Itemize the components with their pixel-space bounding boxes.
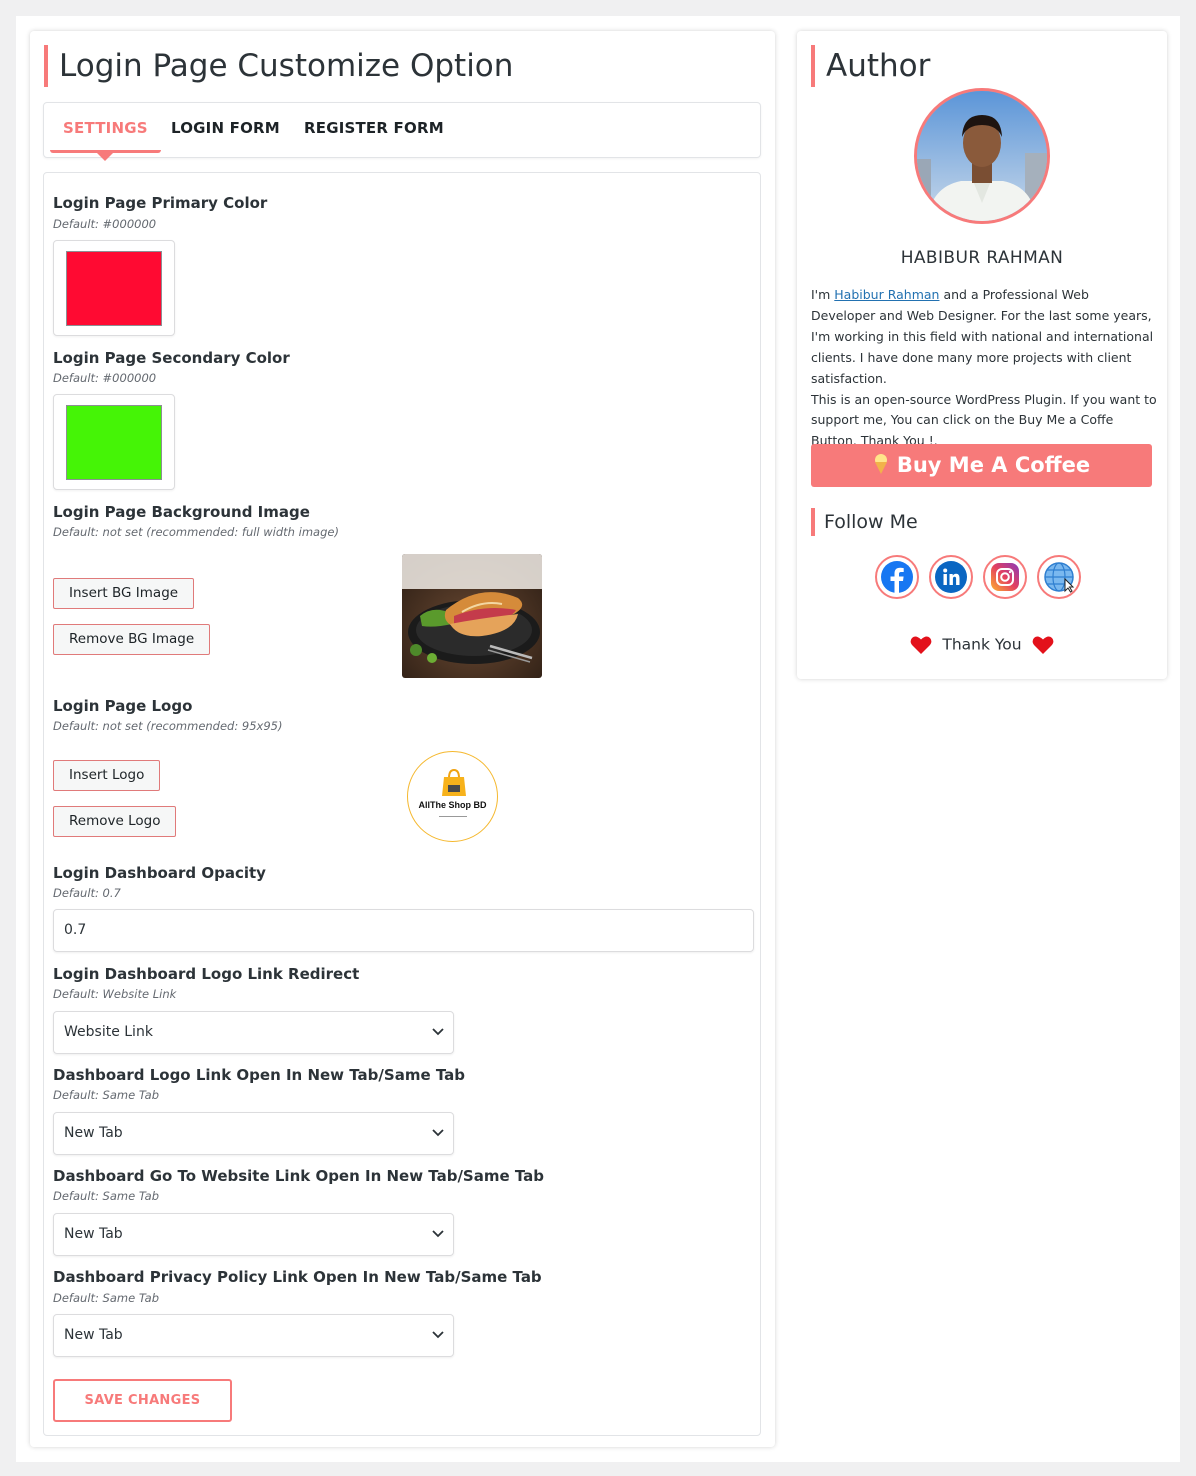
bio-second: This is an open-source WordPress Plugin.… xyxy=(811,391,1157,449)
primary-color-label: Login Page Primary Color xyxy=(53,194,268,212)
author-name: HABIBUR RAHMAN xyxy=(900,248,1064,268)
shopping-bag-icon xyxy=(442,768,466,796)
chevron-down-icon xyxy=(432,1028,444,1036)
save-changes-button[interactable]: SAVE CHANGES xyxy=(53,1379,232,1422)
website-link[interactable] xyxy=(1037,555,1081,599)
facebook-icon xyxy=(881,561,913,593)
opacity-input[interactable]: 0.7 xyxy=(53,909,754,952)
logo-link-tab-select[interactable]: New Tab xyxy=(53,1112,454,1155)
instagram-icon xyxy=(991,563,1019,591)
website-link-tab-value: New Tab xyxy=(64,1226,123,1242)
primary-color-swatch[interactable] xyxy=(66,251,162,326)
author-link[interactable]: Habibur Rahman xyxy=(834,287,939,302)
coffee-label: Buy Me A Coffee xyxy=(896,453,1091,477)
logo-redirect-value: Website Link xyxy=(64,1024,153,1040)
avatar xyxy=(914,88,1050,224)
logo-link-tab-value: New Tab xyxy=(64,1125,123,1141)
privacy-link-tab-value: New Tab xyxy=(64,1327,123,1343)
logo-label: Login Page Logo xyxy=(53,697,193,715)
follow-me-heading: Follow Me xyxy=(811,508,918,536)
remove-logo-button[interactable]: Remove Logo xyxy=(53,806,177,837)
logo-text: AllThe Shop BD xyxy=(418,800,487,810)
logo-redirect-label: Login Dashboard Logo Link Redirect xyxy=(53,965,360,983)
secondary-color-swatch[interactable] xyxy=(66,405,162,480)
privacy-link-tab-hint: Default: Same Tab xyxy=(53,1291,159,1305)
logo-redirect-select[interactable]: Website Link xyxy=(53,1011,454,1054)
settings-panel: Login Page Customize Option SETTINGS LOG… xyxy=(30,31,775,1447)
logo-preview: AllThe Shop BD xyxy=(407,751,498,842)
chevron-down-icon xyxy=(432,1129,444,1137)
bio-prefix: I'm xyxy=(811,287,835,302)
secondary-color-label: Login Page Secondary Color xyxy=(53,349,290,367)
page-title: Login Page Customize Option xyxy=(44,45,513,87)
thank-you-line: Thank You xyxy=(797,635,1167,655)
author-title: Author xyxy=(811,45,930,87)
bg-image-hint: Default: not set (recommended: full widt… xyxy=(53,525,339,539)
secondary-color-hint: Default: #000000 xyxy=(53,371,157,385)
author-bio: I'm Habibur Rahman and a Professional We… xyxy=(811,285,1157,452)
instagram-link[interactable] xyxy=(983,555,1027,599)
primary-color-picker[interactable] xyxy=(53,240,175,336)
bg-image-label: Login Page Background Image xyxy=(53,503,310,521)
settings-form: Login Page Primary Color Default: #00000… xyxy=(43,172,761,1436)
website-link-tab-label: Dashboard Go To Website Link Open In New… xyxy=(53,1167,545,1185)
tab-bar: SETTINGS LOGIN FORM REGISTER FORM xyxy=(43,102,761,161)
ice-cream-icon xyxy=(874,453,887,474)
privacy-link-tab-label: Dashboard Privacy Policy Link Open In Ne… xyxy=(53,1268,542,1286)
chevron-down-icon xyxy=(432,1230,444,1238)
thank-you-text: Thank You xyxy=(942,635,1022,654)
secondary-color-picker[interactable] xyxy=(53,394,175,490)
website-link-tab-select[interactable]: New Tab xyxy=(53,1213,454,1256)
chevron-down-icon xyxy=(432,1331,444,1339)
logo-divider xyxy=(439,816,467,817)
author-panel: Author HABIBUR RAHMAN I'm Habibur Rahman… xyxy=(797,31,1167,679)
heart-icon xyxy=(1032,636,1053,654)
website-icon xyxy=(1044,562,1075,593)
insert-logo-button[interactable]: Insert Logo xyxy=(53,760,161,791)
tab-register-form[interactable]: REGISTER FORM xyxy=(304,103,444,153)
linkedin-link[interactable] xyxy=(929,555,973,599)
opacity-label: Login Dashboard Opacity xyxy=(53,864,266,882)
heart-icon xyxy=(910,636,932,654)
primary-color-hint: Default: #000000 xyxy=(53,217,157,231)
bg-image-preview xyxy=(402,554,542,678)
website-link-tab-hint: Default: Same Tab xyxy=(53,1189,159,1203)
privacy-link-tab-select[interactable]: New Tab xyxy=(53,1314,454,1357)
opacity-hint: Default: 0.7 xyxy=(53,886,121,900)
logo-redirect-hint: Default: Website Link xyxy=(53,987,177,1001)
tab-settings[interactable]: SETTINGS xyxy=(50,103,161,161)
buy-me-a-coffee-button[interactable]: Buy Me A Coffee xyxy=(811,444,1152,487)
insert-bg-image-button[interactable]: Insert BG Image xyxy=(53,578,195,609)
remove-bg-image-button[interactable]: Remove BG Image xyxy=(53,624,211,655)
tab-login-form[interactable]: LOGIN FORM xyxy=(171,103,280,153)
logo-link-tab-hint: Default: Same Tab xyxy=(53,1088,159,1102)
logo-link-tab-label: Dashboard Logo Link Open In New Tab/Same… xyxy=(53,1066,466,1084)
linkedin-icon xyxy=(935,561,967,593)
logo-hint: Default: not set (recommended: 95x95) xyxy=(53,719,283,733)
facebook-link[interactable] xyxy=(875,555,919,599)
